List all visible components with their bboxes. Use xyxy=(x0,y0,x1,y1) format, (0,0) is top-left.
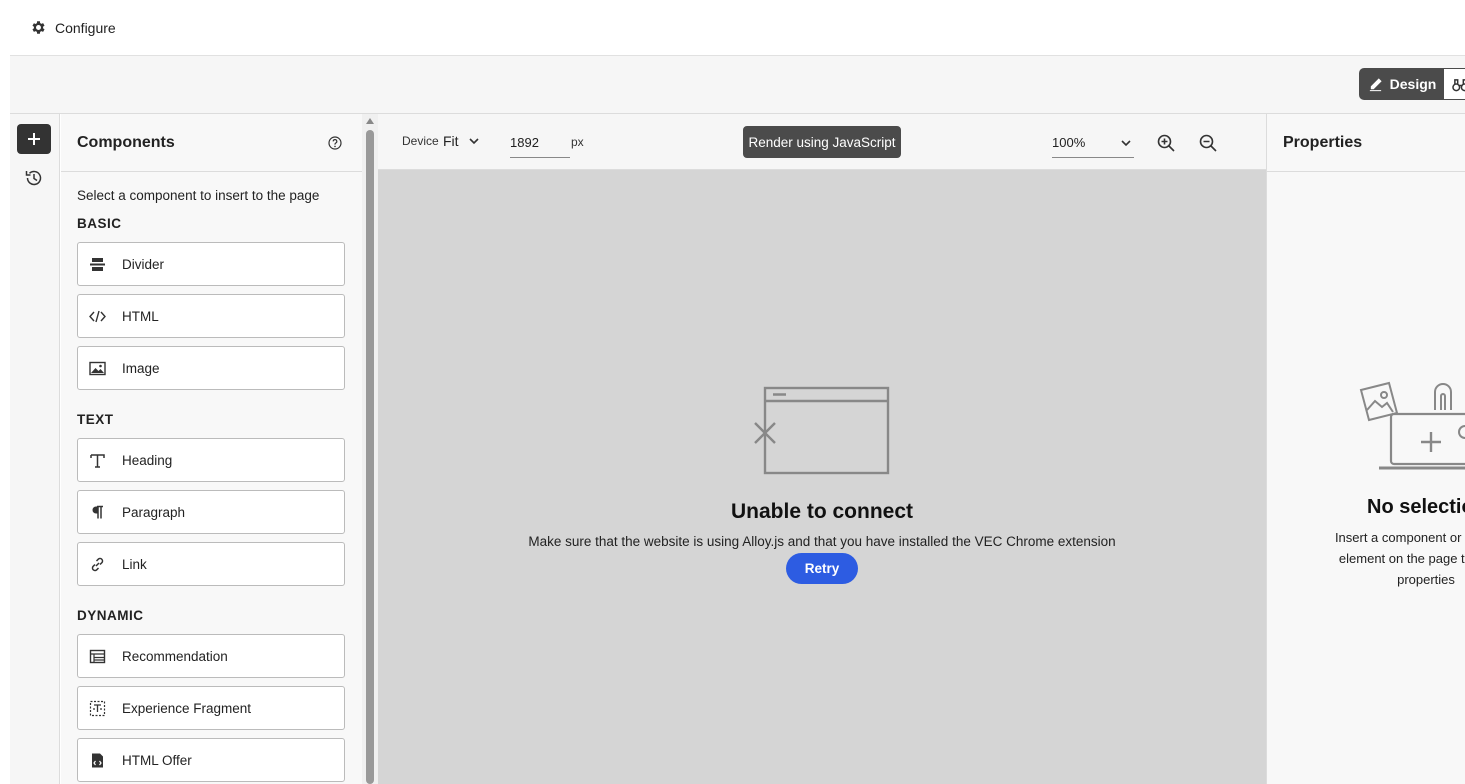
component-paragraph[interactable]: Paragraph xyxy=(77,490,345,534)
chevron-down-icon xyxy=(1121,139,1131,146)
zoom-value: 100% xyxy=(1052,135,1086,150)
fragment-icon xyxy=(89,700,106,716)
component-html-offer[interactable]: HTML Offer xyxy=(77,738,345,782)
recommendation-icon xyxy=(89,649,106,663)
zoom-select[interactable]: 100% xyxy=(1052,128,1134,158)
component-heading[interactable]: Heading xyxy=(77,438,345,482)
component-label: Experience Fragment xyxy=(122,700,252,716)
divider-icon xyxy=(90,257,105,271)
binoculars-icon xyxy=(1452,78,1465,91)
paragraph-icon xyxy=(92,505,103,518)
mode-bar: Design xyxy=(10,56,1465,114)
scroll-thumb[interactable] xyxy=(366,130,374,784)
component-recommendation[interactable]: Recommendation xyxy=(77,634,345,678)
component-label: HTML xyxy=(122,308,159,324)
no-selection-title: No selectio xyxy=(1367,496,1465,518)
component-label: Image xyxy=(122,360,160,376)
width-input[interactable] xyxy=(510,128,570,158)
editor-canvas: Device Fit px Render using JavaScript 10… xyxy=(378,114,1266,784)
error-title: Unable to connect xyxy=(730,500,914,523)
component-label: Divider xyxy=(122,256,165,272)
pencil-icon xyxy=(1369,77,1382,91)
design-mode-button[interactable]: Design xyxy=(1359,68,1445,100)
device-label: Device xyxy=(402,134,439,148)
components-hint: Select a component to insert to the page xyxy=(77,188,320,203)
configure-button[interactable]: Configure xyxy=(30,19,116,36)
properties-title: Properties xyxy=(1283,133,1363,151)
component-experience-fragment[interactable]: Experience Fragment xyxy=(77,686,345,730)
component-label: Paragraph xyxy=(122,504,186,520)
components-title: Components xyxy=(77,133,175,151)
help-icon[interactable] xyxy=(328,135,342,150)
section-text: TEXT xyxy=(77,412,114,427)
configure-label: Configure xyxy=(55,19,116,36)
component-image[interactable]: Image xyxy=(77,346,345,390)
gear-icon xyxy=(32,21,45,34)
canvas-toolbar: Device Fit px Render using JavaScript 10… xyxy=(378,114,1266,170)
error-description: Make sure that the website is using Allo… xyxy=(528,534,1116,549)
components-panel: Components Select a component to insert … xyxy=(61,114,362,784)
top-bar: Configure xyxy=(10,0,1465,56)
image-icon xyxy=(89,361,106,375)
device-select[interactable]: Fit xyxy=(443,133,459,149)
section-basic: BASIC xyxy=(77,216,122,231)
components-scrollbar[interactable] xyxy=(362,114,378,784)
zoom-in-icon[interactable] xyxy=(1156,133,1176,153)
components-header: Components xyxy=(61,114,362,172)
design-label: Design xyxy=(1389,76,1437,92)
left-rail xyxy=(10,114,60,784)
html-offer-icon xyxy=(92,753,103,767)
plus-icon xyxy=(28,133,40,145)
retry-button[interactable]: Retry xyxy=(786,553,858,584)
history-icon[interactable] xyxy=(24,168,44,188)
render-javascript-button[interactable]: Render using JavaScript xyxy=(743,126,901,158)
component-label: Link xyxy=(122,556,147,572)
zoom-out-icon[interactable] xyxy=(1198,133,1218,153)
broken-window-illustration-icon xyxy=(754,386,890,475)
select-component-illustration-icon xyxy=(1359,381,1465,470)
section-dynamic: DYNAMIC xyxy=(77,608,144,623)
component-divider[interactable]: Divider xyxy=(77,242,345,286)
properties-header: Properties xyxy=(1267,114,1465,172)
scroll-up-arrow-icon[interactable] xyxy=(366,118,374,124)
component-link[interactable]: Link xyxy=(77,542,345,586)
chevron-down-icon[interactable] xyxy=(468,135,480,147)
code-icon xyxy=(89,310,106,322)
component-label: HTML Offer xyxy=(122,752,192,768)
properties-panel: Properties No selectio Insert a componen… xyxy=(1266,114,1465,784)
width-unit-label: px xyxy=(571,135,584,149)
no-selection-description: Insert a component or select an element … xyxy=(1334,530,1465,587)
heading-icon xyxy=(90,453,105,468)
component-label: Recommendation xyxy=(122,648,228,664)
component-label: Heading xyxy=(122,452,173,468)
browse-mode-button[interactable] xyxy=(1443,68,1465,100)
component-html[interactable]: HTML xyxy=(77,294,345,338)
add-component-button[interactable] xyxy=(17,124,51,154)
link-icon xyxy=(91,557,104,571)
